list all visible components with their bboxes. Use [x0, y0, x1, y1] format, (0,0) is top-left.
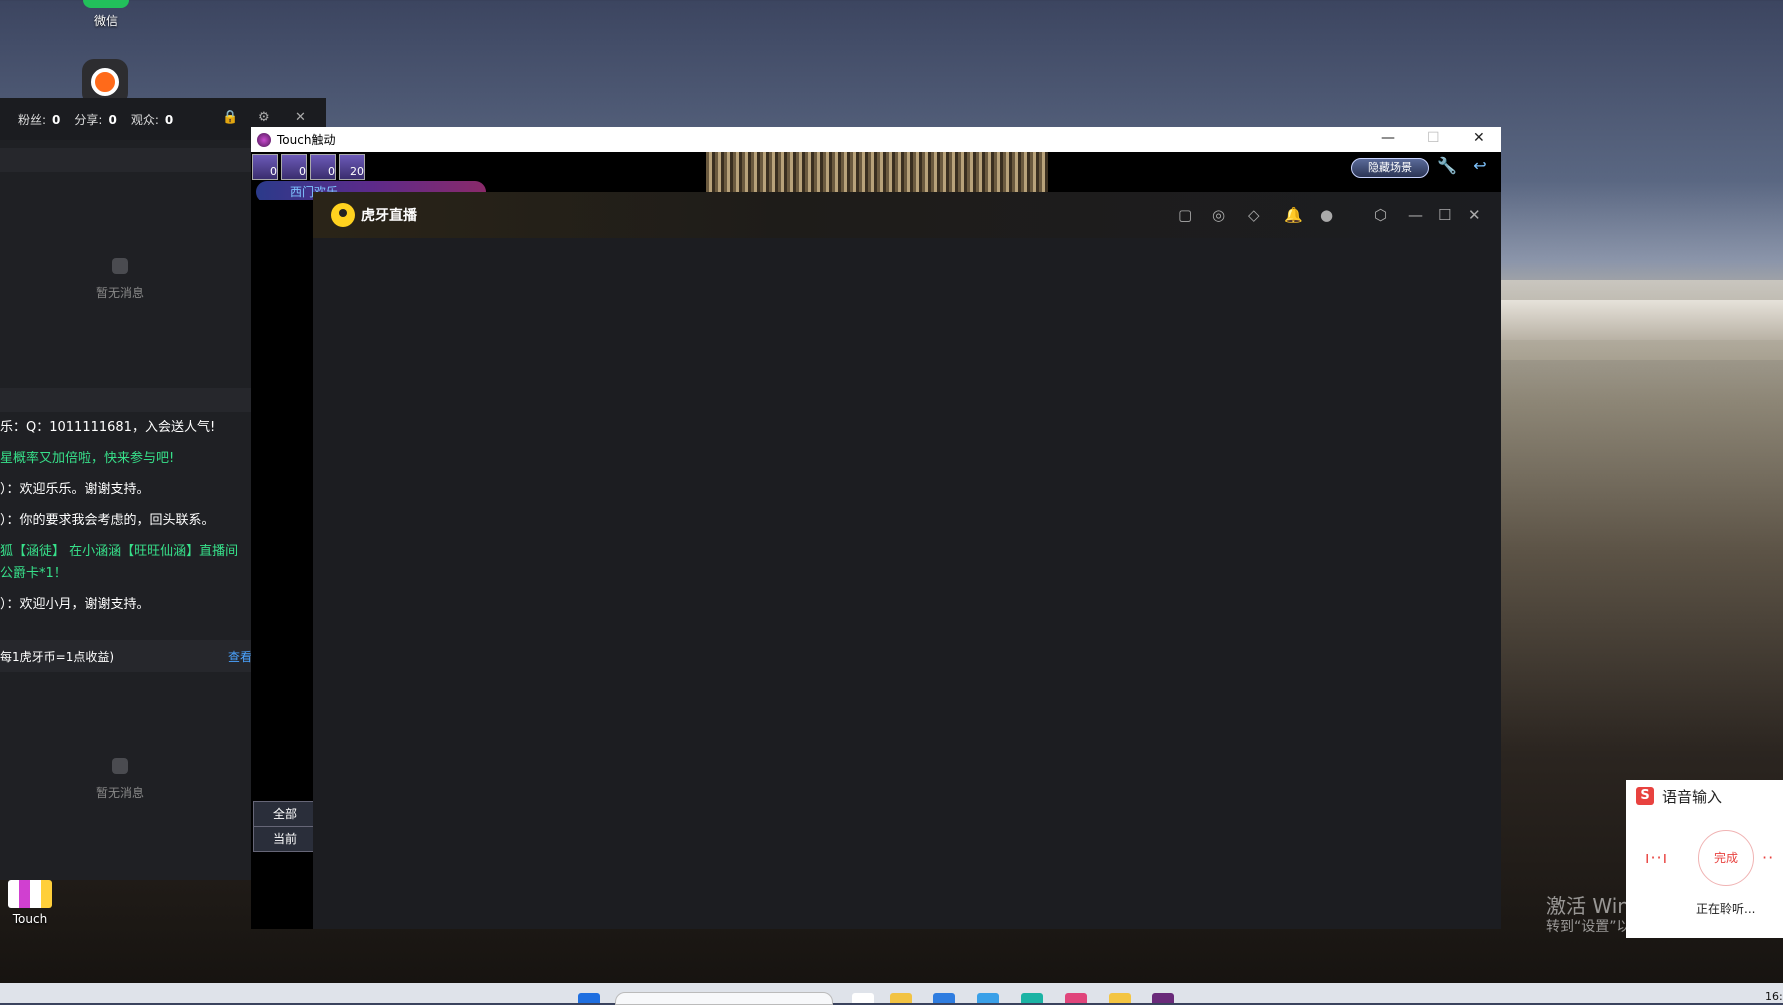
coin-info-bar: 每1虎牙币=1点收益) 查看	[0, 640, 252, 672]
game-badge-3[interactable]: 0	[310, 154, 336, 180]
touch-shortcut-icon	[8, 880, 52, 908]
music-icon[interactable]	[1065, 993, 1087, 1003]
huya-maximize-icon[interactable]: ☐	[1438, 206, 1451, 224]
voice-listening-status: 正在聆听...	[1696, 902, 1756, 916]
empty-message-icon	[112, 258, 128, 274]
desktop-icon-touch[interactable]: Touch	[4, 880, 56, 926]
voice-done-button[interactable]: 完成	[1698, 830, 1754, 886]
taskbar-clock: 16:	[1765, 990, 1783, 1003]
edge-icon[interactable]	[1021, 993, 1043, 1003]
coin-info-text: 每1虎牙币=1点收益)	[0, 649, 115, 664]
game-badge-2[interactable]: 0	[281, 154, 307, 180]
chat-tab-current[interactable]: 当前	[253, 826, 317, 852]
tag-icon[interactable]: ◇	[1248, 206, 1260, 224]
chat-tab-all[interactable]: 全部	[253, 801, 317, 827]
close-icon[interactable]: ✕	[295, 110, 306, 125]
desktop-icon-wechat-label: 微信	[93, 14, 118, 28]
back-arrow-icon[interactable]: ↩	[1469, 156, 1491, 178]
share-stat: 分享: 0	[74, 112, 117, 127]
screenshot-icon[interactable]: ▢	[1178, 206, 1192, 224]
huya-logo-icon	[331, 203, 355, 227]
huya-live-window	[313, 192, 1501, 929]
bell-icon[interactable]: 🔔	[1284, 206, 1303, 224]
empty-message-text: 暂无消息	[95, 786, 144, 800]
avatar-icon[interactable]: ●	[1320, 206, 1333, 224]
touch-taskbar-icon[interactable]	[1152, 993, 1174, 1003]
chat-message: 星概率又加倍啦，快来参与吧!	[0, 451, 175, 466]
chat-message: 公爵卡*1！	[0, 566, 67, 581]
touch-app-icon	[257, 132, 271, 147]
empty-message-bottom: 暂无消息	[0, 758, 240, 801]
taskbar-search-input[interactable]	[615, 992, 833, 1005]
touch-window-titlebar[interactable]: Touch触动 — ☐ ✕	[251, 127, 1501, 152]
touch-window-title: Touch触动	[277, 133, 336, 147]
desktop-icon-touch-label: Touch	[12, 912, 48, 926]
huya-minimize-icon[interactable]: —	[1408, 206, 1423, 224]
lock-icon[interactable]: 🔒	[222, 110, 238, 125]
chat-message: 乐：Q：1011111681，入会送人气!	[0, 420, 216, 435]
taskbar-app-icon[interactable]	[852, 993, 874, 1003]
chat-list: 乐：Q：1011111681，入会送人气! 星概率又加倍啦，快来参与吧! ）：欢…	[0, 420, 252, 628]
mail-icon[interactable]	[977, 993, 999, 1003]
game-badge-1[interactable]: 0	[252, 154, 278, 180]
wrench-icon[interactable]: 🔧	[1436, 156, 1458, 178]
empty-message-icon	[112, 758, 128, 774]
game-badge-4[interactable]: 20	[339, 154, 365, 180]
empty-message-text: 暂无消息	[95, 286, 144, 300]
fans-stat: 粉丝: 0	[18, 112, 61, 127]
chat-message: ）：欢迎小月，谢谢支持。	[0, 597, 150, 612]
sogou-s-icon: S	[1636, 787, 1654, 805]
empty-message-top: 暂无消息	[0, 258, 240, 301]
huya-window-title: 虎牙直播	[361, 208, 417, 224]
taskbar-yellow-icon[interactable]	[1109, 993, 1131, 1003]
window-close-icon[interactable]: ✕	[1473, 130, 1485, 146]
voice-wave-left-icon: ı··ı	[1645, 848, 1669, 867]
start-icon[interactable]	[578, 993, 600, 1003]
voice-input-title: 语音输入	[1662, 787, 1723, 806]
store-icon[interactable]	[933, 993, 955, 1003]
voice-wave-right-icon: ··	[1762, 848, 1775, 867]
chat-message: ）：你的要求我会考虑的，回头联系。	[0, 513, 215, 528]
viewers-stat: 观众: 0	[130, 112, 174, 127]
chat-message: 狐【涵徒】 在小涵涵【旺旺仙涵】直播间	[0, 544, 239, 559]
huya-close-icon[interactable]: ✕	[1468, 206, 1481, 224]
maximize-icon[interactable]: ☐	[1427, 130, 1440, 146]
chat-message: ）：欢迎乐乐。谢谢支持。	[0, 482, 150, 497]
desktop-wallpaper-sea	[1460, 300, 1783, 340]
hide-scene-button[interactable]: 隐藏场景	[1351, 158, 1429, 178]
settings-icon[interactable]: ⚙	[258, 110, 270, 125]
panel-divider-chat	[0, 388, 252, 412]
coin-info-link[interactable]: 查看	[228, 648, 252, 665]
folder-icon[interactable]	[890, 993, 912, 1003]
coin-icon[interactable]: ◎	[1212, 206, 1225, 224]
game-stage-backdrop	[706, 152, 1048, 192]
huya-settings-icon[interactable]: ⬡	[1374, 206, 1387, 224]
desktop-icon-wechat[interactable]: 微信	[71, 0, 141, 29]
wechat-icon	[83, 0, 129, 8]
panel-divider-top	[0, 148, 252, 172]
minimize-icon[interactable]: —	[1381, 130, 1395, 146]
